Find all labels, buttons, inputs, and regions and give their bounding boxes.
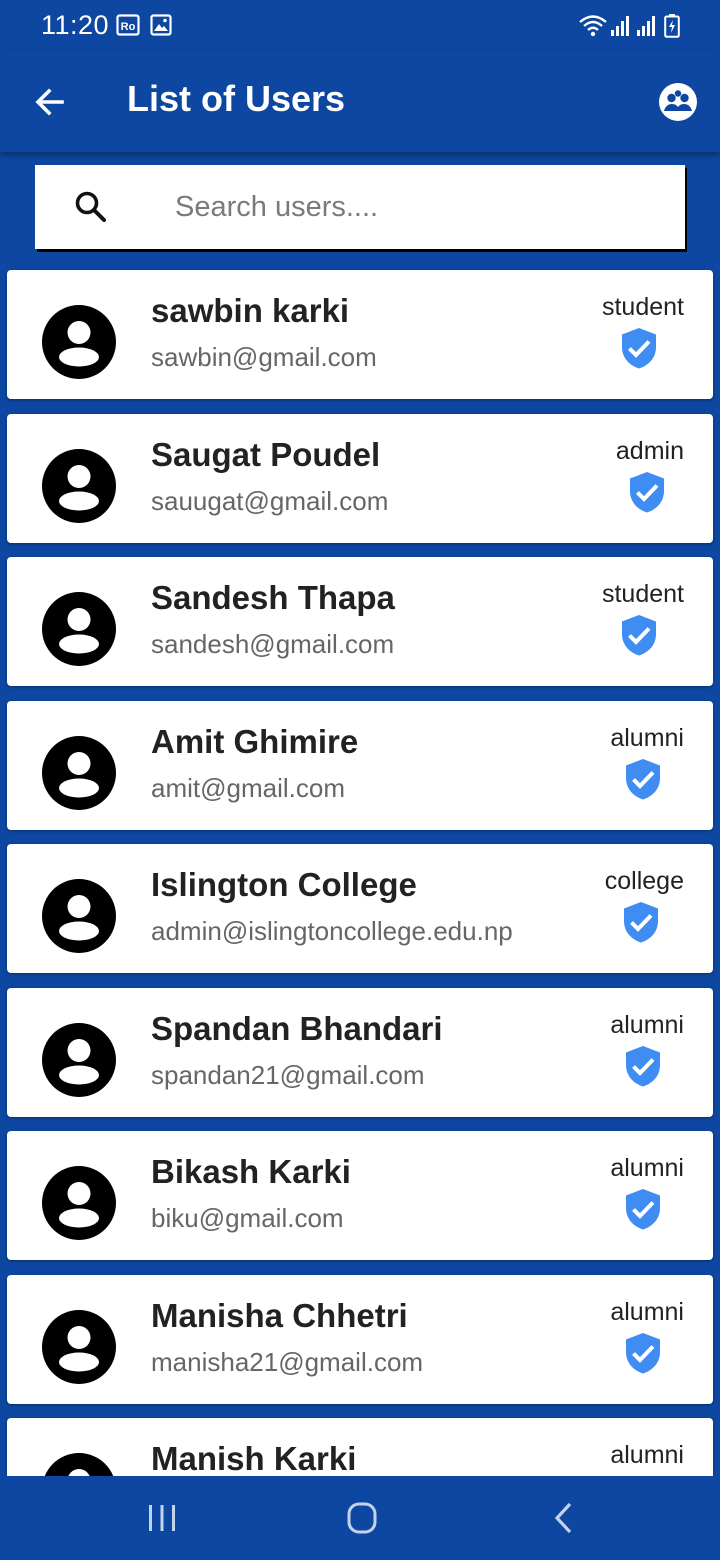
page-title: List of Users — [127, 78, 346, 119]
verified-user-icon — [626, 1046, 660, 1087]
verified-user-icon — [630, 472, 664, 513]
account-circle-icon — [42, 736, 116, 810]
system-nav-bar — [0, 1476, 720, 1560]
groups-icon — [659, 83, 697, 121]
user-name: Saugat Poudel — [151, 436, 381, 473]
user-card[interactable]: sawbin karki sawbin@gmail.com student — [7, 270, 713, 399]
user-name: Sandesh Thapa — [151, 579, 395, 616]
arrow-back-icon — [35, 88, 64, 116]
user-email: sawbin@gmail.com — [151, 342, 377, 372]
user-email: amit@gmail.com — [151, 773, 345, 803]
user-card[interactable]: Spandan Bhandari spandan21@gmail.com alu… — [7, 988, 713, 1117]
app-bar: List of Users — [0, 52, 720, 152]
account-circle-icon — [42, 305, 116, 379]
user-role: alumni — [610, 1011, 684, 1039]
user-email: spandan21@gmail.com — [151, 1060, 425, 1090]
user-card[interactable]: Amit Ghimire amit@gmail.com alumni — [7, 701, 713, 830]
verified-user-icon — [626, 1189, 660, 1230]
account-circle-icon — [42, 1166, 116, 1240]
user-email: manisha21@gmail.com — [151, 1347, 424, 1377]
user-role: student — [601, 293, 684, 321]
account-circle-icon — [42, 592, 116, 666]
user-card[interactable]: Bikash Karki biku@gmail.com alumni — [7, 1131, 713, 1260]
user-name: Spandan Bhandari — [151, 1010, 443, 1047]
user-list[interactable]: sawbin karki sawbin@gmail.com student Sa… — [0, 260, 720, 1476]
groups-button[interactable] — [656, 80, 700, 124]
search-input[interactable] — [175, 185, 665, 229]
account-circle-icon — [44, 1453, 114, 1476]
user-card[interactable]: Saugat Poudel sauugat@gmail.com admin — [7, 414, 713, 543]
verified-user-icon — [622, 328, 656, 369]
user-role: alumni — [610, 1154, 684, 1182]
account-circle-icon — [42, 449, 116, 523]
home-button[interactable] — [340, 1496, 384, 1540]
user-card[interactable]: Islington College admin@islingtoncollege… — [7, 844, 713, 973]
home-icon — [347, 1502, 377, 1534]
user-name: Amit Ghimire — [151, 723, 359, 760]
user-name: sawbin karki — [151, 292, 350, 329]
user-role: alumni — [610, 724, 684, 752]
user-card[interactable]: Sandesh Thapa sandesh@gmail.com student — [7, 557, 713, 686]
back-button[interactable] — [28, 80, 72, 124]
user-card[interactable]: Manisha Chhetri manisha21@gmail.com alum… — [7, 1275, 713, 1404]
account-circle-icon — [42, 1023, 116, 1097]
user-role: alumni — [610, 1441, 684, 1469]
svg-text:Ro: Ro — [121, 21, 136, 33]
user-name: Manish Karki — [151, 1440, 357, 1476]
status-bar: 11:20 Ro — [0, 0, 720, 52]
user-email: biku@gmail.com — [151, 1203, 344, 1233]
data-saver-icon: Ro — [116, 14, 140, 41]
user-email: sauugat@gmail.com — [151, 486, 389, 516]
gallery-icon — [150, 14, 172, 41]
user-role: alumni — [610, 1298, 684, 1326]
recents-icon — [149, 1505, 175, 1531]
account-circle-icon — [42, 1310, 116, 1384]
wifi-icon — [578, 14, 608, 43]
user-role: admin — [615, 437, 684, 465]
signal-icon — [610, 14, 632, 43]
verified-user-icon — [626, 1333, 660, 1374]
status-time: 11:20 — [41, 10, 110, 40]
user-role: student — [601, 580, 684, 608]
user-name: Islington College — [151, 866, 417, 903]
user-role: college — [604, 867, 684, 895]
recents-button[interactable] — [140, 1496, 184, 1540]
user-email: admin@islingtoncollege.edu.np — [151, 916, 513, 946]
nav-back-icon — [554, 1502, 572, 1534]
nav-back-button[interactable] — [542, 1496, 586, 1540]
verified-user-icon — [626, 759, 660, 800]
battery-icon — [664, 14, 680, 43]
account-circle-icon — [42, 879, 116, 953]
user-name: Bikash Karki — [151, 1153, 351, 1190]
signal-icon-2 — [636, 14, 658, 43]
user-email: sandesh@gmail.com — [151, 629, 395, 659]
verified-user-icon — [622, 615, 656, 656]
user-card[interactable]: Manish Karki alumni — [7, 1418, 713, 1476]
verified-user-icon — [624, 902, 658, 943]
user-name: Manisha Chhetri — [151, 1297, 408, 1334]
search-icon — [75, 191, 106, 222]
